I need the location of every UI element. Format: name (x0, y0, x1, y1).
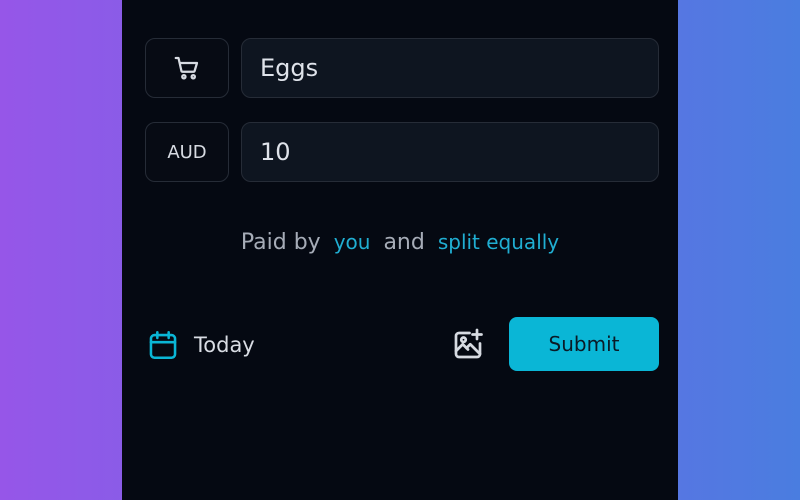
expense-panel: Eggs AUD 10 Paid by you and split equall… (122, 0, 678, 500)
date-label: Today (194, 333, 255, 357)
paid-by-text: Paid by (240, 230, 321, 255)
amount-input[interactable]: 10 (241, 122, 659, 182)
and-text: and (383, 230, 425, 255)
split-method-link[interactable]: split equally (438, 230, 559, 254)
description-input[interactable]: Eggs (241, 38, 659, 98)
submit-button[interactable]: Submit (509, 317, 659, 371)
amount-row: AUD 10 (145, 122, 659, 182)
description-row: Eggs (145, 38, 659, 98)
calendar-icon (149, 330, 177, 360)
category-button[interactable] (145, 38, 229, 98)
add-photo-button[interactable] (448, 325, 488, 365)
currency-button[interactable]: AUD (145, 122, 229, 182)
shopping-cart-icon (174, 56, 199, 80)
split-summary: Paid by you and split equally (122, 230, 678, 255)
add-photo-icon (454, 328, 483, 359)
date-button[interactable]: Today (146, 326, 255, 364)
payer-link[interactable]: you (334, 230, 371, 254)
